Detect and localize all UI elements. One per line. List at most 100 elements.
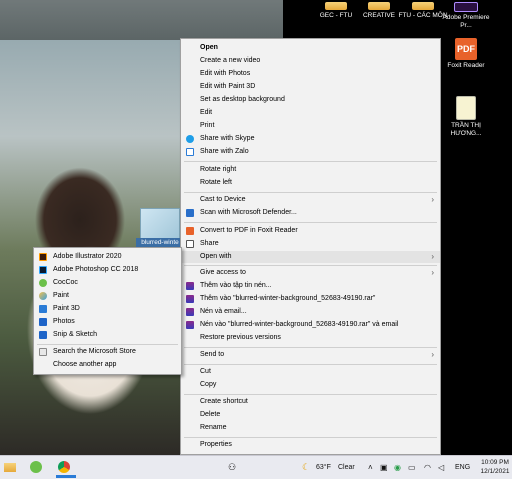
folder-icon [412, 2, 434, 10]
menu-item-copy[interactable]: Copy [181, 379, 440, 391]
menu-item-delete[interactable]: Delete [181, 409, 440, 421]
menu-item-edit-paint3d[interactable]: Edit with Paint 3D [181, 81, 440, 93]
chevron-right-icon: › [431, 195, 434, 204]
menu-item-open-with[interactable]: Open with › [181, 251, 440, 263]
menu-item-print[interactable]: Print [181, 120, 440, 132]
menu-item-cut[interactable]: Cut [181, 366, 440, 378]
defender-tray-icon[interactable]: ◉ [394, 456, 401, 479]
weather-temp[interactable]: 63°F [316, 456, 331, 479]
zalo-icon [186, 148, 194, 156]
wifi-icon[interactable]: ◠ [424, 456, 431, 479]
submenu-item-search-store[interactable]: Search the Microsoft Store [34, 346, 181, 358]
menu-item-compress-rar-email[interactable]: Nén vào "blurred-winter-background_52683… [181, 319, 440, 331]
menu-item-share[interactable]: Share [181, 238, 440, 250]
store-icon [39, 348, 47, 356]
submenu-item-paint[interactable]: Paint [34, 290, 181, 302]
open-with-submenu: Adobe Illustrator 2020 Adobe Photoshop C… [33, 247, 182, 375]
submenu-item-choose-app[interactable]: Choose another app [34, 359, 181, 371]
submenu-item-illustrator[interactable]: Adobe Illustrator 2020 [34, 251, 181, 263]
battery-icon[interactable]: ▭ [408, 456, 416, 479]
coccoc-icon [30, 461, 42, 473]
menu-item-rename[interactable]: Rename [181, 422, 440, 434]
coccoc-taskbar-icon[interactable] [30, 456, 44, 479]
submenu-item-paint3d[interactable]: Paint 3D [34, 303, 181, 315]
context-menu: Open Create a new video Edit with Photos… [180, 38, 441, 455]
defender-shield-icon [186, 209, 194, 217]
menu-item-rotate-right[interactable]: Rotate right [181, 164, 440, 176]
menu-separator [184, 161, 437, 162]
skype-icon [186, 135, 194, 143]
menu-separator [184, 437, 437, 438]
menu-separator [184, 394, 437, 395]
weather-text[interactable]: Clear [338, 456, 355, 479]
desktop-icon-premiere[interactable]: Adobe Premiere Pr... [441, 2, 491, 30]
menu-item-convert-pdf[interactable]: Convert to PDF in Foxit Reader [181, 225, 440, 237]
submenu-item-snip-sketch[interactable]: Snip & Sketch [34, 329, 181, 341]
menu-item-scan-defender[interactable]: Scan with Microsoft Defender... [181, 207, 440, 219]
desktop-icon-label: Foxit Reader [447, 62, 485, 69]
chevron-right-icon: › [431, 252, 434, 261]
language-indicator[interactable]: ENG [455, 456, 470, 479]
selected-file-label: blurred-winte [136, 238, 184, 247]
menu-item-create-shortcut[interactable]: Create shortcut [181, 396, 440, 408]
clock-date: 12/1/2021 [480, 468, 510, 475]
coccoc-icon [39, 279, 47, 287]
menu-separator [184, 265, 437, 266]
desktop-icon-label: TRẦN THỊ HƯƠNG... [450, 122, 482, 137]
winrar-icon [186, 295, 194, 303]
menu-item-add-archive[interactable]: Thêm vào tập tin nén... [181, 280, 440, 292]
menu-item-give-access[interactable]: Give access to › [181, 267, 440, 279]
menu-item-share-skype[interactable]: Share with Skype [181, 133, 440, 145]
menu-item-edit-photos[interactable]: Edit with Photos [181, 68, 440, 80]
chevron-right-icon: › [431, 350, 434, 359]
clock-time: 10:09 PM [481, 459, 509, 466]
menu-separator [37, 344, 178, 345]
folder-icon [4, 463, 16, 472]
chevron-right-icon: › [431, 268, 434, 277]
chrome-icon [58, 461, 70, 473]
menu-item-create-video[interactable]: Create a new video [181, 55, 440, 67]
people-icon[interactable]: ⚇ [228, 456, 240, 479]
folder-icon [368, 2, 390, 10]
weather-moon-icon: ☾ [302, 462, 311, 472]
share-icon [186, 240, 194, 248]
menu-item-send-to[interactable]: Send to › [181, 349, 440, 361]
menu-item-set-background[interactable]: Set as desktop background [181, 94, 440, 106]
foxit-icon: PDF [455, 38, 477, 60]
winrar-icon [186, 308, 194, 316]
menu-item-compress-email[interactable]: Nén và email... [181, 306, 440, 318]
paint3d-icon [39, 305, 47, 313]
desktop-icon-label: Adobe Premiere Pr... [442, 14, 490, 29]
menu-separator [184, 222, 437, 223]
menu-item-edit[interactable]: Edit [181, 107, 440, 119]
tray-app-icon[interactable]: ▣ [380, 456, 388, 479]
folder-icon [325, 2, 347, 10]
wallpaper-pergola [0, 0, 290, 40]
paint-icon [39, 292, 47, 300]
winrar-icon [186, 282, 194, 290]
menu-item-restore-versions[interactable]: Restore previous versions [181, 332, 440, 344]
desktop-icon-foxit[interactable]: PDF Foxit Reader [441, 38, 491, 70]
menu-separator [184, 192, 437, 193]
menu-item-share-zalo[interactable]: Share with Zalo [181, 146, 440, 158]
submenu-item-photos[interactable]: Photos [34, 316, 181, 328]
desktop-icon-tran-thi-huong[interactable]: TRẦN THỊ HƯƠNG... [441, 96, 491, 138]
foxit-pdf-icon [186, 227, 194, 235]
menu-item-properties[interactable]: Properties [181, 439, 440, 451]
clock[interactable]: 10:09 PM 12/1/2021 [478, 456, 512, 481]
menu-item-open[interactable]: Open [181, 42, 440, 54]
menu-separator [184, 347, 437, 348]
submenu-item-coccoc[interactable]: CocCoc [34, 277, 181, 289]
menu-item-add-to-rar[interactable]: Thêm vào "blurred-winter-background_5268… [181, 293, 440, 305]
photos-icon [39, 318, 47, 326]
menu-item-rotate-left[interactable]: Rotate left [181, 177, 440, 189]
taskbar: ⚇ ☾ 63°F Clear ˄ ▣ ◉ ▭ ◠ ◁ ENG 10:09 PM … [0, 455, 512, 479]
show-hidden-icons-chevron-icon[interactable]: ˄ [368, 456, 373, 479]
document-icon [456, 96, 476, 120]
menu-item-cast-to-device[interactable]: Cast to Device › [181, 194, 440, 206]
volume-icon[interactable]: ◁ [438, 456, 444, 479]
premiere-icon [454, 2, 478, 12]
file-explorer-icon[interactable] [4, 456, 18, 479]
submenu-item-photoshop[interactable]: Adobe Photoshop CC 2018 [34, 264, 181, 276]
winrar-icon [186, 321, 194, 329]
